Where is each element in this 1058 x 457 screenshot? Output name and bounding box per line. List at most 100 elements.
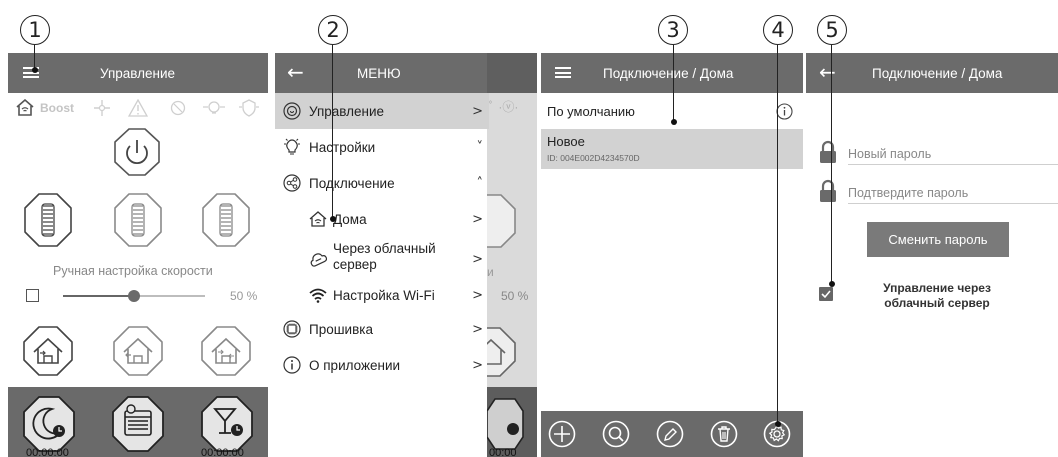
menu-item-label: Прошивка	[309, 321, 373, 337]
shield-mode-icon[interactable]	[238, 99, 260, 117]
home-wifi-icon	[309, 211, 327, 227]
callout-line	[777, 45, 779, 423]
homes-list-screen: Подключение / Дома По умолчанию Новое ID…	[541, 53, 803, 457]
homes-toolbar	[541, 411, 803, 457]
menu-item-firmware[interactable]: Прошивка >	[275, 311, 489, 347]
back-arrow-icon[interactable]: ←	[819, 62, 836, 82]
background-timer-value: 00:00	[489, 447, 517, 457]
delete-icon[interactable]	[710, 420, 738, 448]
menu-topbar: ← МЕНЮ	[275, 53, 487, 93]
confirm-password-field[interactable]: Подтвердите пароль	[848, 180, 1058, 204]
night-timer-value: 00:00:00	[26, 447, 69, 457]
cloud-control-label-line: облачный сервер	[884, 296, 990, 310]
cloud-icon	[310, 253, 327, 267]
timer-band: 00:00:00 00:00:00	[8, 387, 268, 457]
cloud-control-checkbox[interactable]	[819, 287, 833, 301]
page-title: Управление	[100, 65, 176, 81]
speed-3-button[interactable]	[201, 192, 251, 248]
menu-item-label: О приложении	[309, 357, 401, 373]
callout-number: 4	[771, 18, 785, 42]
menu-item-control[interactable]: Управление >	[275, 93, 489, 129]
timer-mode-icon[interactable]	[170, 100, 186, 116]
callout-1: 1	[20, 15, 50, 45]
callout-number: 2	[326, 18, 340, 42]
chevron-right-icon: >	[472, 211, 483, 227]
night-timer-button[interactable]	[22, 395, 76, 453]
home-name: Новое	[547, 134, 585, 149]
home-device-id: ID: 004E002D4234570D	[547, 153, 640, 163]
menu-item-connection[interactable]: Подключение ˄	[275, 165, 489, 201]
recovery-mode-button[interactable]	[200, 325, 252, 377]
fan-mode-icon[interactable]	[92, 99, 112, 117]
callout-line	[332, 45, 334, 218]
callout-3: 3	[658, 15, 688, 45]
control-topbar: Управление	[8, 53, 268, 93]
chevron-right-icon: >	[472, 287, 483, 303]
power-button[interactable]	[112, 127, 162, 177]
menu-item-settings[interactable]: Настройки ˅	[275, 129, 489, 165]
home-row-selected[interactable]: Новое ID: 004E002D4234570D	[541, 129, 803, 169]
speed-slider[interactable]	[63, 290, 205, 302]
lock-icon	[820, 140, 836, 163]
callout-4: 4	[763, 15, 793, 45]
chevron-right-icon: >	[472, 103, 483, 119]
wifi-icon	[309, 288, 327, 303]
callout-dot	[32, 67, 38, 73]
new-password-placeholder: Новый пароль	[848, 147, 932, 161]
page-title: Подключение / Дома	[603, 65, 734, 81]
menu-item-label: Через облачный сервер	[333, 241, 436, 273]
cloud-control-label-line: Управление через	[883, 281, 991, 295]
menu-item-wifi-settings[interactable]: Настройка Wi-Fi >	[275, 277, 489, 313]
background-app-strip: ﾟ ·ⓥ· и 50 % 00:00	[466, 53, 537, 457]
search-icon[interactable]	[602, 420, 630, 448]
callout-dot	[671, 119, 677, 125]
new-password-field[interactable]: Новый пароль	[848, 141, 1058, 165]
cloud-control-label: Управление через облачный сервер	[862, 281, 1012, 311]
background-icon-fragment: ﾟ ·ⓥ·	[489, 100, 519, 114]
menu-item-label-line: Через облачный	[333, 241, 436, 256]
info-icon[interactable]	[776, 103, 793, 120]
chevron-down-icon: ˅	[476, 139, 484, 155]
supply-mode-button[interactable]	[112, 325, 164, 377]
menu-item-homes[interactable]: Дома >	[275, 201, 489, 237]
hamburger-menu-icon[interactable]	[555, 67, 571, 78]
menu-item-about[interactable]: О приложении >	[275, 347, 489, 383]
back-arrow-icon[interactable]: ←	[287, 62, 304, 82]
menu-item-label: Настройки	[309, 139, 376, 155]
change-password-button[interactable]: Сменить пароль	[867, 222, 1009, 257]
chevron-right-icon: >	[472, 357, 483, 373]
background-timer-band: 00:00	[486, 387, 537, 457]
manual-speed-checkbox[interactable]	[26, 289, 39, 302]
menu-item-cloud-server[interactable]: Через облачный сервер >	[275, 237, 489, 281]
share-icon	[283, 174, 301, 192]
callout-dot	[330, 216, 336, 222]
party-timer-value: 00:00:00	[201, 447, 244, 457]
schedule-button[interactable]	[111, 395, 165, 453]
homes-topbar: Подключение / Дома	[541, 53, 803, 93]
menu-item-label: Подключение	[309, 175, 395, 191]
party-timer-button[interactable]	[200, 395, 254, 453]
chevron-up-icon: ˄	[476, 175, 484, 191]
bulb-mode-icon[interactable]	[202, 99, 226, 117]
speed-2-button[interactable]	[113, 192, 163, 248]
callout-number: 5	[825, 18, 839, 42]
speed-1-button[interactable]	[23, 192, 73, 248]
edit-icon[interactable]	[656, 420, 684, 448]
background-speed-value: 50 %	[501, 289, 529, 303]
callout-line	[673, 45, 675, 121]
control-icon	[283, 102, 301, 120]
menu-screen: ﾟ ·ⓥ· и 50 % 00:00 ← МЕНЮ Управление > Н…	[275, 53, 537, 457]
boost-mode-label[interactable]: Boost	[40, 101, 74, 115]
home-settings-screen: ← Подключение / Дома Новый пароль Подтве…	[806, 53, 1058, 457]
warning-icon[interactable]	[128, 99, 148, 117]
callout-line	[34, 45, 36, 69]
add-icon[interactable]	[548, 420, 576, 448]
extract-mode-button[interactable]	[22, 325, 74, 377]
navigation-drawer: ← МЕНЮ Управление > Настройки ˅ Подключе…	[275, 53, 489, 457]
speed-slider-thumb[interactable]	[128, 290, 140, 302]
callout-number: 1	[28, 18, 42, 42]
callout-5: 5	[817, 15, 847, 45]
speed-value: 50 %	[230, 289, 258, 303]
home-mode-icon[interactable]	[16, 99, 34, 116]
menu-item-label-line: сервер	[333, 257, 377, 272]
